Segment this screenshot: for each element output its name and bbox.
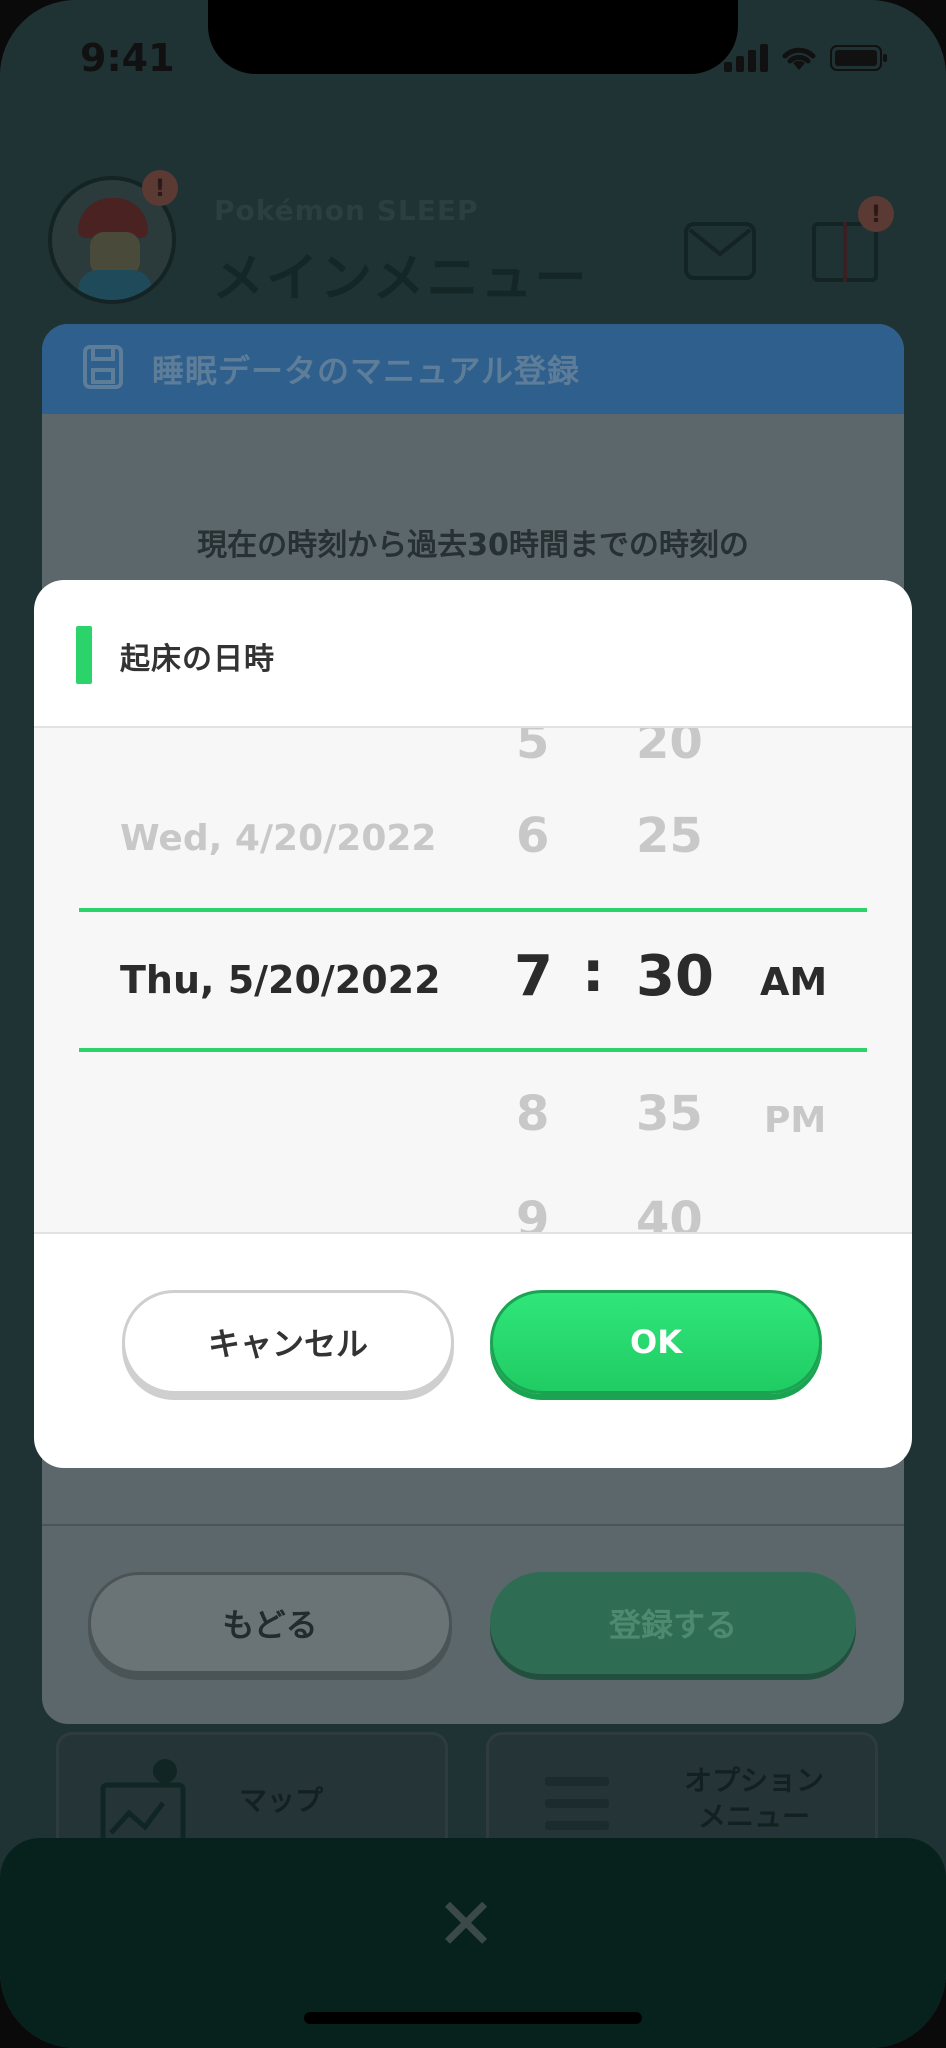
avatar-alert-badge: ! [142, 170, 178, 206]
panel-instruction-text: 現在の時刻から過去30時間までの時刻の [197, 528, 749, 563]
picker-hour-option[interactable]: 5 [516, 728, 549, 770]
back-button[interactable]: もどる [88, 1572, 452, 1674]
wifi-icon [780, 44, 818, 76]
notch [208, 0, 738, 74]
picker-hour-selected[interactable]: 7 [514, 944, 553, 1009]
status-icons [724, 44, 888, 76]
options-tile-label-line2: メニュー [697, 1800, 810, 1833]
register-button[interactable]: 登録する [490, 1572, 856, 1674]
picker-date-option[interactable]: Wed, 4/20/2022 [120, 818, 436, 859]
picker-minute-option[interactable]: 20 [636, 728, 703, 770]
options-tile-label-line1: オプション [683, 1764, 824, 1797]
wake-time-dialog: 起床の日時 Wed, 4/20/2022 Thu, 5/20/2022 5 6 … [34, 580, 912, 1468]
dialog-title: 起床の日時 [120, 642, 275, 677]
picker-hour-option[interactable]: 9 [516, 1192, 549, 1232]
picker-date-selected[interactable]: Thu, 5/20/2022 [120, 958, 441, 1002]
gift-icon[interactable] [812, 222, 878, 282]
picker-period-option[interactable]: PM [764, 1100, 826, 1141]
dialog-header: 起床の日時 [34, 580, 912, 728]
home-indicator [304, 2012, 642, 2024]
panel-divider [42, 1524, 904, 1526]
gift-alert-badge: ! [858, 196, 894, 232]
battery-icon [830, 44, 888, 76]
phone-screen: ! Pokémon SLEEP メインメニュー ! 睡眠データのマニュアル登録 … [0, 0, 946, 2048]
selection-line-bottom [79, 1048, 867, 1052]
mail-icon[interactable] [684, 222, 756, 280]
map-tile-label: マップ [239, 1784, 324, 1817]
menu-lines-icon [545, 1775, 609, 1839]
options-tile-label: オプション メニュー [659, 1763, 849, 1835]
close-icon[interactable]: ✕ [434, 1888, 498, 1960]
title-accent-bar [76, 626, 92, 684]
status-time: 9:41 [80, 36, 175, 80]
dialog-actions: キャンセル OK [34, 1234, 912, 1468]
ok-button[interactable]: OK [490, 1290, 822, 1394]
date-time-picker[interactable]: Wed, 4/20/2022 Thu, 5/20/2022 5 6 7 8 9 … [34, 728, 912, 1234]
picker-period-selected[interactable]: AM [760, 960, 827, 1004]
picker-hour-option[interactable]: 6 [516, 808, 549, 864]
save-icon [82, 344, 124, 394]
picker-minute-selected[interactable]: 30 [636, 944, 714, 1009]
cellular-signal-icon [724, 44, 768, 76]
panel-header-title: 睡眠データのマニュアル登録 [152, 352, 581, 390]
time-separator: : [582, 940, 605, 1005]
picker-minute-option[interactable]: 25 [636, 808, 703, 864]
page-title: メインメニュー [212, 249, 589, 309]
picker-minute-option[interactable]: 35 [636, 1086, 703, 1142]
app-subtitle: Pokémon SLEEP [214, 194, 479, 227]
picker-minute-option[interactable]: 40 [636, 1192, 703, 1232]
selection-line-top [79, 908, 867, 912]
panel-header: 睡眠データのマニュアル登録 [42, 324, 904, 414]
picker-hour-option[interactable]: 8 [516, 1086, 549, 1142]
cancel-button[interactable]: キャンセル [122, 1290, 454, 1394]
